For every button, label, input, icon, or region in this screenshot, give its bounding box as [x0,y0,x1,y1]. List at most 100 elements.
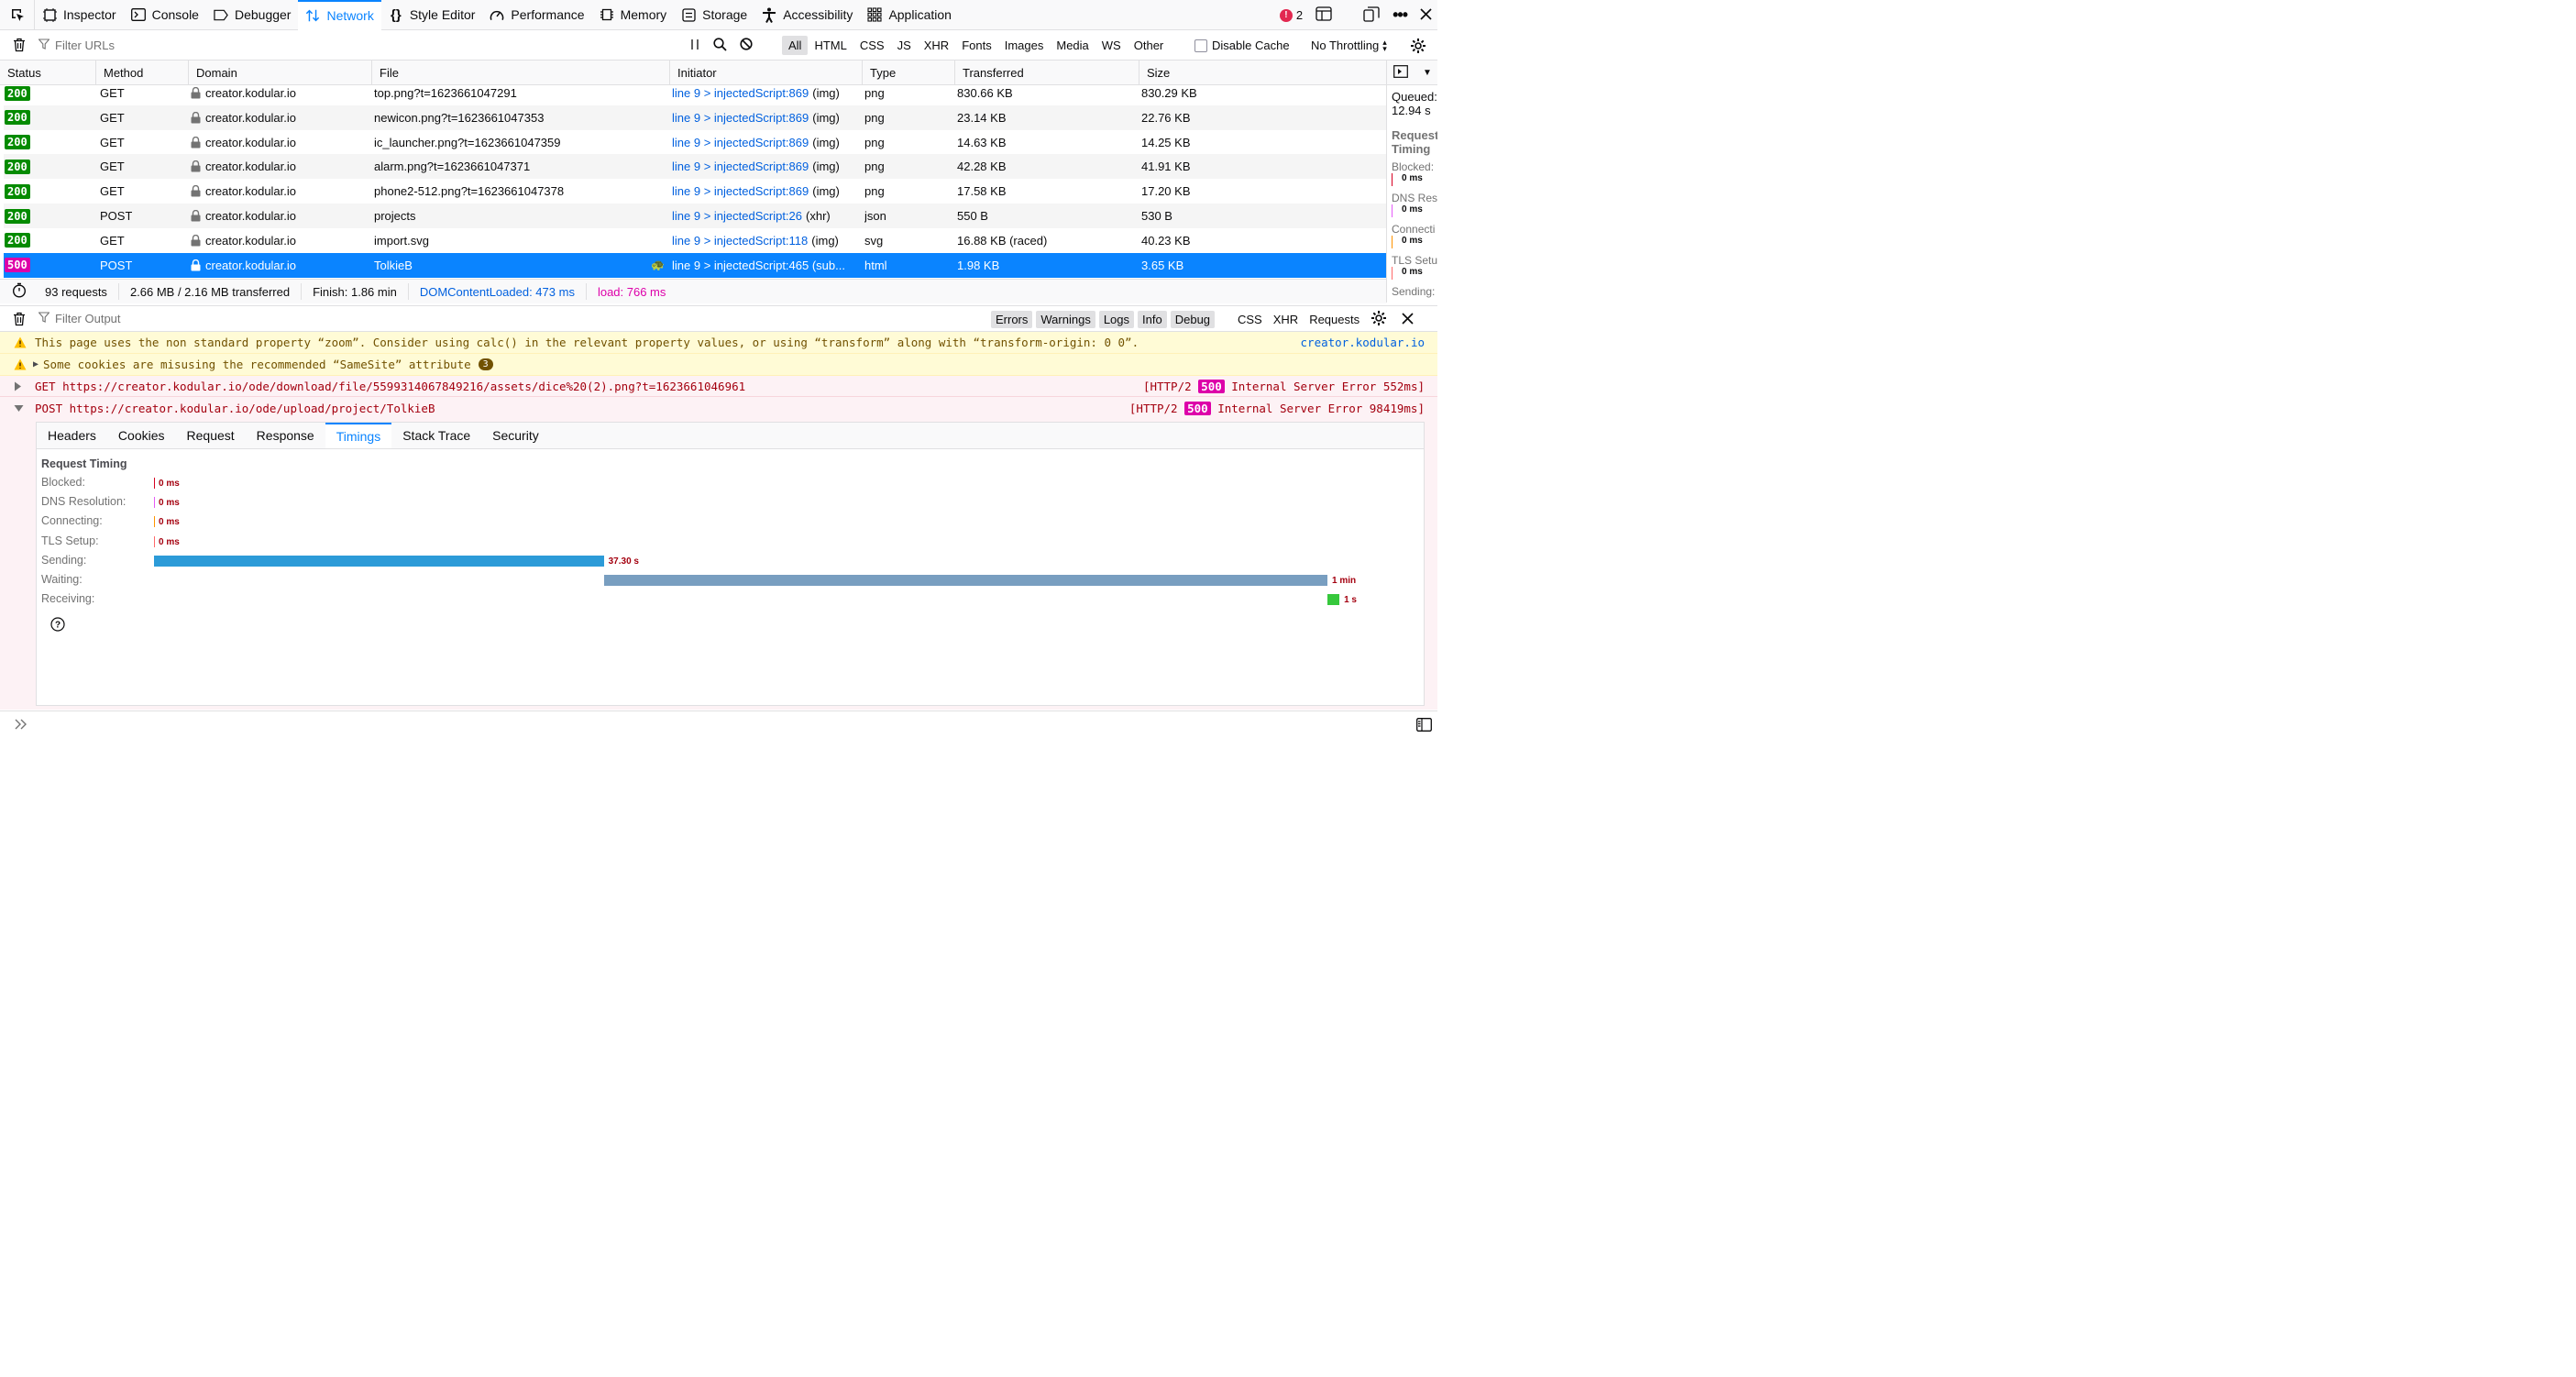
editor-mode-icon[interactable] [1416,718,1432,734]
timing-label: Sending: [41,553,87,567]
tab-memory[interactable]: Memory [592,0,675,30]
filter-images[interactable]: Images [998,36,1051,55]
log-level-filters: Errors Warnings Logs Info Debug [991,306,1216,333]
status-code-badge: 200 [5,183,30,199]
filter-other[interactable]: Other [1128,36,1171,55]
tab-debugger[interactable]: Debugger [206,0,299,30]
table-row[interactable]: 200 GET creator.kodular.io newicon.png?t=16… [4,105,1386,130]
filter-media[interactable]: Media [1050,36,1095,55]
filter-ws[interactable]: WS [1095,36,1128,55]
level-debug[interactable]: Debug [1170,311,1216,328]
toggle-raw-icon[interactable] [1393,64,1408,81]
filter-output-input[interactable]: Filter Output [38,312,121,325]
tab-stack-trace[interactable]: Stack Trace [391,423,481,448]
initiator-link[interactable]: line 9 > injectedScript:118 [672,234,808,248]
side-dropdown-icon[interactable]: ▼ [1423,68,1432,78]
cell-method: GET [100,110,125,125]
filter-xhr[interactable]: XHR [918,36,955,55]
tab-timings[interactable]: Timings [325,423,392,448]
table-row[interactable]: 200 GET creator.kodular.io import.svg line 9… [4,228,1386,253]
lock-icon [191,234,201,247]
cell-file: phone2-512.png?t=1623661047378 [374,184,565,199]
clear-requests-icon[interactable] [0,38,39,52]
initiator-link[interactable]: line 9 > injectedScript:26 [672,209,802,223]
initiator-link[interactable]: line 9 > injectedScript:869 [672,160,809,173]
kind-requests[interactable]: Requests [1309,313,1360,326]
clear-console-icon[interactable] [0,312,39,326]
filter-js[interactable]: JS [891,36,918,55]
initiator-link[interactable]: line 9 > injectedScript:869 [672,111,809,125]
message-source-link[interactable]: creator.kodular.io [1301,336,1425,349]
tab-security[interactable]: Security [481,423,550,448]
tab-application[interactable]: Application [860,0,959,30]
more-options-icon[interactable]: ••• [1393,6,1408,25]
table-row[interactable]: 200 GET creator.kodular.io top.png?t=162366… [4,81,1386,105]
tab-request[interactable]: Request [176,423,246,448]
status-code-badge: 200 [5,135,30,150]
domain-text: creator.kodular.io [205,86,297,100]
level-info[interactable]: Info [1138,311,1167,328]
kind-xhr[interactable]: XHR [1273,313,1298,326]
level-warnings[interactable]: Warnings [1036,311,1095,328]
collapse-arrow-icon[interactable] [0,404,35,413]
filter-html[interactable]: HTML [808,36,853,55]
timing-value: 37.30 s [608,556,639,567]
help-icon[interactable]: ? [50,617,65,634]
tab-cookies[interactable]: Cookies [107,423,176,448]
kind-css[interactable]: CSS [1238,313,1262,326]
table-row[interactable]: 200 GET creator.kodular.io phone2-512.png?t… [4,179,1386,204]
console-settings-gear-icon[interactable] [1371,310,1387,329]
console-warning-message[interactable]: ▶ Some cookies are misusing the recommen… [0,354,1437,376]
console-error-message[interactable]: POST https://creator.kodular.io/ode/uplo… [0,397,1437,419]
initiator-link[interactable]: line 9 > injectedScript:869 [672,86,809,100]
element-picker-icon[interactable] [0,0,35,30]
console-error-message[interactable]: GET https://creator.kodular.io/ode/downl… [0,376,1437,397]
throttling-select[interactable]: No Throttling ▴ ▾ [1311,30,1387,61]
cell-domain: creator.kodular.io [191,81,296,105]
tab-accessibility[interactable]: Accessibility [754,0,860,30]
checkbox-box[interactable] [1194,39,1207,52]
table-row[interactable]: 200 GET creator.kodular.io alarm.png?t=1623… [4,154,1386,180]
cell-type: html [864,258,887,272]
initiator-link[interactable]: line 9 > injectedScript:869 [672,136,809,149]
search-icon[interactable] [713,37,727,54]
table-row[interactable]: 500 POST creator.kodular.io TolkieB line 9 >… [4,252,1386,278]
disable-cache-checkbox[interactable]: Disable Cache [1194,30,1290,61]
close-console-icon[interactable] [1402,312,1414,327]
tab-style-editor[interactable]: {} Style Editor [381,0,483,30]
warning-text: This page uses the non standard property… [35,336,1139,349]
table-row[interactable]: 200 POST creator.kodular.io projects line 9 … [4,204,1386,228]
filter-css[interactable]: CSS [853,36,891,55]
close-icon[interactable] [1420,7,1432,23]
level-errors[interactable]: Errors [991,311,1033,328]
console-warning-message[interactable]: This page uses the non standard property… [0,332,1437,354]
cell-domain: creator.kodular.io [191,105,296,130]
console-input-area[interactable] [0,711,1437,768]
network-settings-gear-icon[interactable] [1410,30,1426,61]
table-row[interactable]: 200 GET creator.kodular.io ic_launcher.png?… [4,130,1386,155]
level-logs[interactable]: Logs [1098,311,1135,328]
pause-icon[interactable] [689,39,700,53]
initiator-link[interactable]: line 9 > injectedScript:465 (sub... [672,259,845,272]
responsive-design-icon[interactable] [1363,6,1380,25]
tab-response[interactable]: Response [246,423,325,448]
stopwatch-icon[interactable] [0,282,34,301]
tab-headers[interactable]: Headers [37,423,107,448]
tab-storage[interactable]: Storage [674,0,754,30]
filter-all[interactable]: All [782,36,809,55]
filter-urls-input[interactable]: Filter URLs [38,39,680,52]
domain-text: creator.kodular.io [205,209,297,223]
tab-console[interactable]: Console [124,0,206,30]
expand-arrow-icon[interactable]: ▶ [33,359,39,369]
tab-performance[interactable]: Performance [482,0,591,30]
timing-value: 0 ms [159,479,180,489]
tab-network[interactable]: Network [298,0,381,30]
initiator-link[interactable]: line 9 > injectedScript:869 [672,184,809,198]
tab-inspector[interactable]: Inspector [35,0,124,30]
tab-label: Accessibility [783,7,853,22]
error-count-button[interactable]: ! 2 [1279,8,1303,22]
filter-fonts[interactable]: Fonts [955,36,998,55]
expand-arrow-icon[interactable] [0,381,35,391]
block-requests-icon[interactable] [740,38,753,53]
split-console-icon[interactable] [1316,6,1332,24]
